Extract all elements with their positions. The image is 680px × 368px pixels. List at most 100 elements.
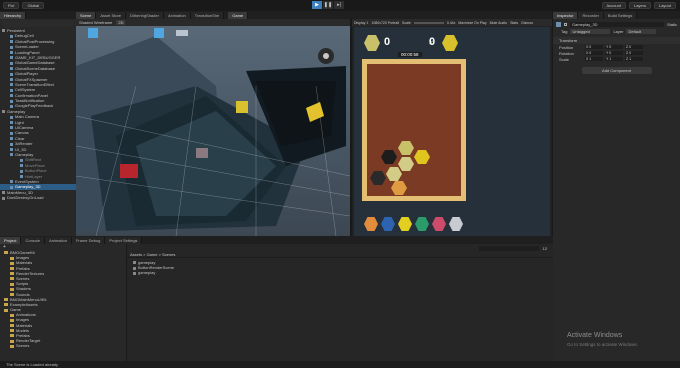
project-file[interactable]: gameplay — [133, 270, 553, 275]
tab-console[interactable]: Console — [21, 237, 46, 244]
scene-icon — [2, 196, 5, 200]
tab-dithering-shader[interactable]: DitheringShader — [126, 12, 164, 19]
tag-dropdown[interactable]: Untagged — [570, 29, 611, 34]
field-z-input[interactable]: Z 0 — [625, 50, 643, 56]
hierarchy-item-label: SceneLoader — [15, 44, 39, 50]
tab-transition-shader[interactable]: TransitionShe — [190, 12, 225, 19]
folder-icon — [10, 334, 14, 338]
pause-icon[interactable]: ❚❚ — [323, 1, 333, 9]
mute-audio-toggle[interactable]: Mute Audio — [490, 21, 508, 25]
global-toggle[interactable]: Global — [22, 2, 45, 9]
field-y-input[interactable]: Y 0 — [605, 50, 623, 56]
tab-inspector[interactable]: Inspector — [553, 12, 579, 19]
component-label: Transform — [559, 38, 578, 43]
gameobject-icon — [10, 142, 13, 146]
add-component-button[interactable]: Add Component — [581, 67, 652, 74]
hierarchy-item-label: GlobalSceneDatabase — [15, 65, 56, 71]
active-checkbox[interactable] — [564, 23, 567, 26]
gameobject-icon — [10, 94, 13, 98]
field-z-input[interactable]: Z 0 — [625, 44, 643, 50]
hierarchy-item-label: UI_3D — [15, 146, 27, 152]
tab-animation[interactable]: Animation — [163, 12, 191, 19]
gameobject-icon — [10, 61, 13, 65]
hierarchy-item-label: Persistent — [7, 28, 25, 33]
status-bar: The Scene is Loaded already — [0, 361, 680, 368]
gizmos-dropdown[interactable]: Gizmos — [521, 21, 533, 25]
game-view[interactable]: Display 1 1080x720 Portrait Scale 0.44x … — [352, 19, 552, 236]
hierarchy-tabbar: Hierarchy — [0, 11, 76, 19]
yellow-piece-icon[interactable] — [398, 217, 412, 231]
tab-animation-bottom[interactable]: Animation — [45, 237, 72, 244]
display-dropdown[interactable]: Display 1 — [354, 21, 368, 25]
tab-game[interactable]: Game — [228, 12, 249, 19]
gameobject-icon — [10, 126, 13, 130]
folder-icon — [10, 339, 14, 343]
hierarchy-item-label: Canvas — [15, 130, 29, 136]
tab-project-settings[interactable]: Project Settings — [105, 237, 143, 244]
account-fix-button[interactable]: FixI — [3, 2, 20, 9]
pink-piece-icon[interactable] — [432, 217, 446, 231]
hierarchy-search[interactable] — [2, 20, 74, 27]
stats-toggle[interactable]: Stats — [510, 21, 518, 25]
transform-fields: Position X 0Y 0Z 0 Rotation X 0Y 0Z 0 Scale X… — [553, 44, 680, 62]
step-icon[interactable]: ▸| — [334, 1, 344, 9]
tab-build-settings[interactable]: Build Settings — [603, 12, 638, 19]
layers-dropdown[interactable]: Layers — [628, 2, 651, 9]
shading-mode-dropdown[interactable]: Shaded Wireframe — [79, 20, 112, 25]
static-toggle[interactable]: Static — [667, 22, 677, 27]
field-x-input[interactable]: X 0 — [585, 44, 603, 50]
white-piece-icon[interactable] — [449, 217, 463, 231]
field-y-input[interactable]: Y 0 — [605, 44, 623, 50]
layout-dropdown[interactable]: Layout — [653, 2, 676, 9]
gameobject-icon — [20, 169, 23, 173]
score-left: 0 — [384, 36, 391, 48]
account-dropdown[interactable]: Account — [601, 2, 626, 9]
layer-dropdown[interactable]: Default — [626, 29, 657, 34]
gameobject-icon — [10, 40, 13, 44]
blue-piece-icon[interactable] — [381, 217, 395, 231]
transform-header[interactable]: Transform — [553, 37, 680, 44]
tab-project[interactable]: Project — [0, 237, 22, 244]
field-x-input[interactable]: X 0 — [585, 50, 603, 56]
hierarchy-item-label: SceneTransitionEffect — [15, 81, 54, 87]
object-name-field[interactable]: Gameplay_3D — [570, 22, 664, 27]
tab-hierarchy[interactable]: Hierarchy — [0, 12, 27, 19]
gameobject-icon — [10, 77, 13, 81]
play-icon[interactable]: ▶ — [312, 1, 322, 9]
gameobject-icon — [10, 67, 13, 71]
tile-stack — [370, 141, 430, 195]
resolution-dropdown[interactable]: 1080x720 Portrait — [371, 21, 399, 25]
scene-view[interactable]: Shaded Wireframe 2D — [76, 19, 350, 236]
game-render: 0 ✕ 0 00:00:58 — [354, 27, 550, 236]
field-label: Position — [559, 44, 574, 50]
field-z-input[interactable]: Z 1 — [625, 56, 643, 62]
hierarchy-item-label: Gameplay — [15, 151, 34, 157]
tab-scene[interactable]: Scene — [76, 12, 97, 19]
hierarchy-item-label: GlobalGameDatabase — [15, 60, 55, 66]
project-search[interactable] — [478, 245, 539, 251]
field-x-input[interactable]: X 1 — [585, 56, 603, 62]
2d-toggle[interactable]: 2D — [116, 20, 126, 25]
tab-frame-debug[interactable]: Frame Debug — [71, 237, 106, 244]
folder-icon — [10, 344, 14, 348]
tab-recorder[interactable]: Recorder — [578, 12, 604, 19]
green-piece-icon[interactable] — [415, 217, 429, 231]
scene-render — [76, 28, 350, 236]
scene-gizmo[interactable] — [318, 48, 334, 64]
tab-asset-store[interactable]: Asset Store — [96, 12, 127, 19]
gameobject-icon — [10, 45, 13, 49]
hierarchy-item-label: DontDestroyOnLoad — [7, 195, 44, 201]
orange-piece-icon[interactable] — [364, 217, 378, 231]
scale-slider[interactable] — [413, 21, 444, 24]
gameobject-icon — [10, 180, 13, 184]
maximize-on-play-toggle[interactable]: Maximize On Play — [458, 21, 486, 25]
field-y-input[interactable]: Y 1 — [605, 56, 623, 62]
hierarchy-item-label: GooglePlayFeedback — [15, 103, 54, 109]
project-folder[interactable]: Scenes — [0, 343, 126, 348]
score-right: 0 — [429, 36, 436, 48]
tag-label: Tag — [561, 29, 568, 34]
scene-file-icon — [133, 266, 136, 270]
inspector-panel: Inspector Recorder Build Settings Gamepl… — [553, 11, 680, 368]
hierarchy-item[interactable]: DontDestroyOnLoad — [0, 195, 76, 200]
project-tree-panel: + BMGGameKit Images Materials Prefabs Render… — [0, 244, 126, 361]
